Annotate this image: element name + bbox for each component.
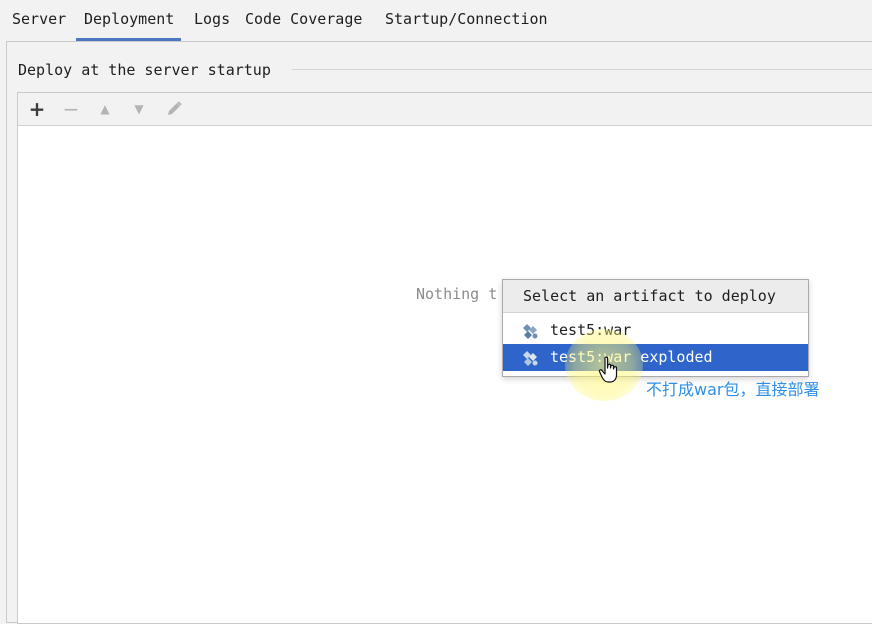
artifact-icon [523,351,538,366]
hand-cursor-icon [598,356,618,383]
add-icon[interactable]: + [26,98,48,120]
tab-deployment[interactable]: Deployment [75,0,182,41]
tab-logs[interactable]: Logs [194,0,230,40]
empty-list-text: Nothing t [416,285,498,303]
artifact-item-war-exploded[interactable]: test5:war exploded [503,344,808,371]
section-title: Deploy at the server startup [18,59,277,81]
section-divider [292,69,872,70]
artifact-icon [523,324,538,339]
tab-code-coverage[interactable]: Code Coverage [245,0,362,40]
list-toolbar: + − ▲ ▼ [18,93,872,126]
tab-server[interactable]: Server [12,0,66,40]
edit-icon[interactable] [163,98,185,120]
annotation-text: 不打成war包，直接部署 [646,380,820,399]
remove-icon[interactable]: − [60,98,82,120]
artifact-item-label: test5:war exploded [550,348,713,366]
artifact-item-label: test5:war [550,321,632,339]
popup-title: Select an artifact to deploy [503,280,808,313]
tab-startup-connection[interactable]: Startup/Connection [385,0,548,40]
move-down-icon[interactable]: ▼ [128,98,150,120]
artifact-popup: Select an artifact to deploy test5:war t… [502,279,809,377]
move-up-icon[interactable]: ▲ [94,98,116,120]
artifact-item-war[interactable]: test5:war [503,317,808,344]
tab-bar: Server Deployment Logs Code Coverage Sta… [0,0,872,41]
